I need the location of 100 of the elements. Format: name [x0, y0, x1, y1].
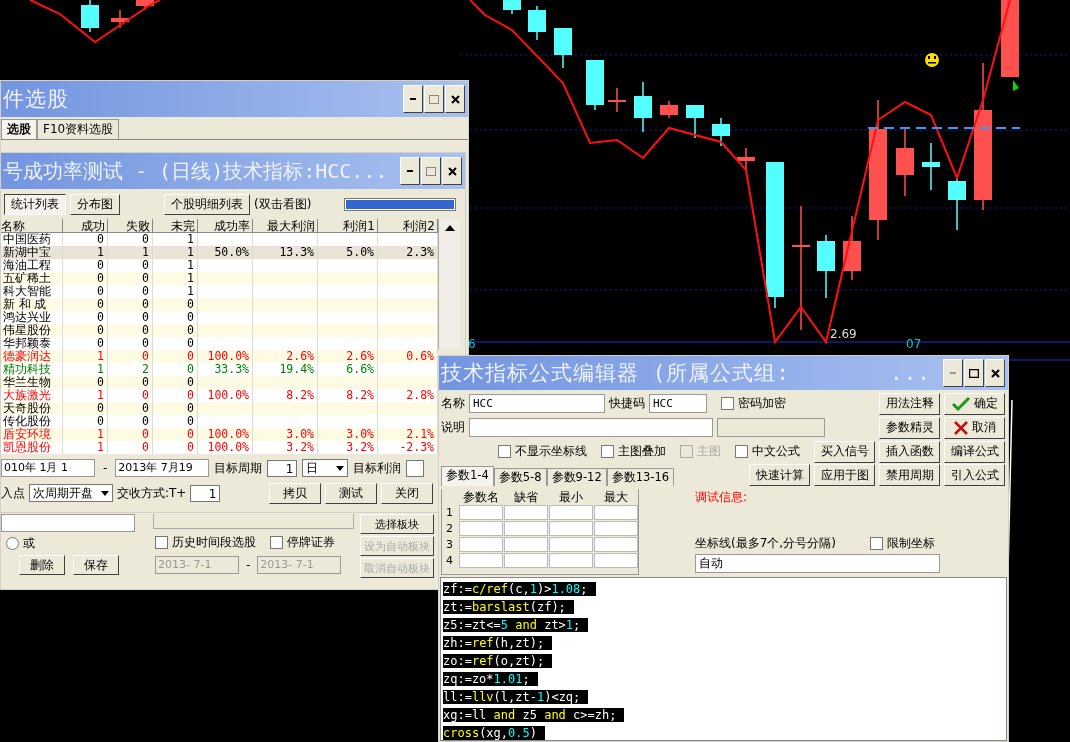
minimize-button[interactable]	[403, 85, 423, 113]
editor-button[interactable]: 应用于图	[814, 464, 875, 486]
editor-button[interactable]: 编译公式	[944, 440, 1005, 463]
editor-button[interactable]: 插入函数	[879, 440, 940, 463]
parameter-field[interactable]	[459, 505, 503, 520]
parameter-field[interactable]	[549, 537, 593, 552]
table-cell: 1	[97, 245, 104, 259]
block-button[interactable]: 选择板块	[360, 514, 434, 534]
table-row[interactable]: 五矿稀土 0 0 1	[1, 272, 438, 285]
table-cell: 大族激光	[3, 388, 51, 402]
table-row[interactable]: 中国医药 0 0 1	[1, 233, 438, 246]
action-button[interactable]: 拷贝	[269, 482, 321, 504]
parameter-field[interactable]	[594, 553, 638, 568]
parameter-field[interactable]	[459, 537, 503, 552]
editor-button[interactable]: 参数精灵	[879, 416, 940, 439]
parameter-field[interactable]	[459, 553, 503, 568]
axis-lines-field[interactable]: 自动	[695, 554, 940, 573]
close-button[interactable]	[442, 157, 462, 185]
checkbox[interactable]	[735, 445, 748, 458]
checkbox[interactable]	[155, 536, 168, 549]
table-cell: 5.0%	[346, 245, 374, 259]
date-field[interactable]: 2013年 7月19	[115, 459, 210, 477]
editor-button[interactable]: 引入公式	[944, 464, 1005, 486]
shortcut-field[interactable]: HCC	[649, 394, 707, 413]
tab[interactable]: 参数5-8	[493, 468, 547, 486]
editor-button[interactable]: 用法注释	[879, 392, 940, 415]
action-button[interactable]: 删除	[19, 555, 65, 575]
table-row[interactable]: 华邦颖泰 0 0 0	[1, 337, 438, 350]
table-cell: 0	[142, 427, 149, 441]
checkbox[interactable]	[870, 537, 883, 550]
parameter-field[interactable]	[549, 553, 593, 568]
editor-button[interactable]: 禁用周期	[879, 464, 940, 486]
table-row[interactable]: 海油工程 0 0 1	[1, 259, 438, 272]
code-editor[interactable]: zf:=c/ref(c,1)>1.08; zt:=barslast(zf); z5:=zt<=5 and zt>1; zh:=ref(h,zt); zo:=ref(o,zt); zq:=zo*1.01; ll:=llv(l,zt-1)<zq; xg:=ll and z5 and c>=zh; cross(xg,0.5)	[440, 577, 1007, 741]
entry-select[interactable]: 次周期开盘	[29, 484, 113, 502]
close-button[interactable]	[445, 85, 465, 113]
table-row[interactable]: 鸿达兴业 0 0 0	[1, 311, 438, 324]
period-field[interactable]: 1	[267, 459, 298, 477]
checkbox[interactable]	[498, 445, 511, 458]
minimize-button[interactable]	[400, 157, 420, 185]
table-row[interactable]: 伟星股份 0 0 0	[1, 324, 438, 337]
action-button[interactable]: 测试	[325, 482, 377, 504]
table-row[interactable]: 天奇股份 0 0 0	[1, 402, 438, 415]
name-field[interactable]: HCC	[469, 394, 605, 413]
maximize-button[interactable]	[421, 157, 441, 185]
minimize-button[interactable]	[943, 359, 963, 387]
description-field[interactable]	[469, 418, 713, 437]
table-cell: 0	[142, 349, 149, 363]
maximize-button[interactable]	[964, 359, 984, 387]
table-row[interactable]: 精功科技 1 2 0 33.3% 19.4% 6.6%	[1, 363, 438, 376]
parameter-field[interactable]	[594, 521, 638, 536]
parameter-field[interactable]	[504, 553, 548, 568]
parameter-field[interactable]	[459, 521, 503, 536]
editor-button[interactable]: 快速计算	[749, 464, 810, 486]
close-button[interactable]	[985, 359, 1005, 387]
tab[interactable]: 选股	[1, 119, 37, 139]
table-cell: 德豪润达	[3, 349, 51, 363]
period-select[interactable]: 日	[302, 459, 349, 477]
editor-button[interactable]: 确定	[944, 392, 1005, 415]
tab[interactable]: 参数13-16	[606, 468, 675, 486]
parameter-field[interactable]	[594, 537, 638, 552]
view-button[interactable]: 分布图	[70, 193, 120, 215]
close-icon	[450, 94, 460, 104]
scrollbar[interactable]	[438, 219, 460, 349]
minimize-icon	[950, 372, 956, 374]
settle-field[interactable]: 1	[190, 484, 221, 502]
radio-button[interactable]	[6, 537, 19, 550]
date-field[interactable]: 010年 1月 1	[1, 459, 95, 477]
parameter-field[interactable]	[504, 537, 548, 552]
maximize-button[interactable]	[424, 85, 444, 113]
parameter-field[interactable]	[504, 505, 548, 520]
tab[interactable]: F10资料选股	[37, 119, 120, 139]
table-row[interactable]: 凯恩股份 1 0 0 100.0% 3.2% 3.2% -2.3%	[1, 441, 438, 454]
editor-button[interactable]: 取消	[944, 416, 1005, 439]
action-button[interactable]: 关闭	[381, 482, 433, 504]
table-row[interactable]: 新湖中宝 1 1 1 50.0% 13.3% 5.0% 2.3%	[1, 246, 438, 259]
input-field[interactable]	[1, 514, 135, 532]
table-row[interactable]: 科大智能 0 0 1	[1, 285, 438, 298]
checkbox[interactable]	[270, 536, 283, 549]
detail-list-button[interactable]: 个股明细列表	[164, 193, 250, 215]
candlestick	[817, 234, 835, 299]
checkbox[interactable]	[721, 397, 734, 410]
table-row[interactable]: 华兰生物 0 0 0	[1, 376, 438, 389]
checkbox[interactable]	[601, 445, 614, 458]
table-row[interactable]: 传化股份 0 0 0	[1, 415, 438, 428]
table-row[interactable]: 大族激光 1 0 0 100.0% 8.2% 8.2% 2.8%	[1, 389, 438, 402]
table-row[interactable]: 盾安环境 1 0 0 100.0% 3.0% 3.0% 2.1%	[1, 428, 438, 441]
editor-button[interactable]: 买入信号	[814, 440, 875, 463]
tab[interactable]: 参数9-12	[546, 468, 607, 486]
table-cell: 0	[187, 440, 194, 454]
parameter-field[interactable]	[504, 521, 548, 536]
parameter-field[interactable]	[594, 505, 638, 520]
parameter-field[interactable]	[549, 521, 593, 536]
table-row[interactable]: 德豪润达 1 0 0 100.0% 2.6% 2.6% 0.6%	[1, 350, 438, 363]
table-row[interactable]: 新 和 成 0 0 0	[1, 298, 438, 311]
view-button[interactable]: 统计列表	[4, 193, 66, 215]
parameter-field[interactable]	[549, 505, 593, 520]
profit-field[interactable]	[406, 459, 425, 477]
tab[interactable]: 参数1-4	[441, 466, 494, 486]
action-button[interactable]: 保存	[73, 555, 119, 575]
